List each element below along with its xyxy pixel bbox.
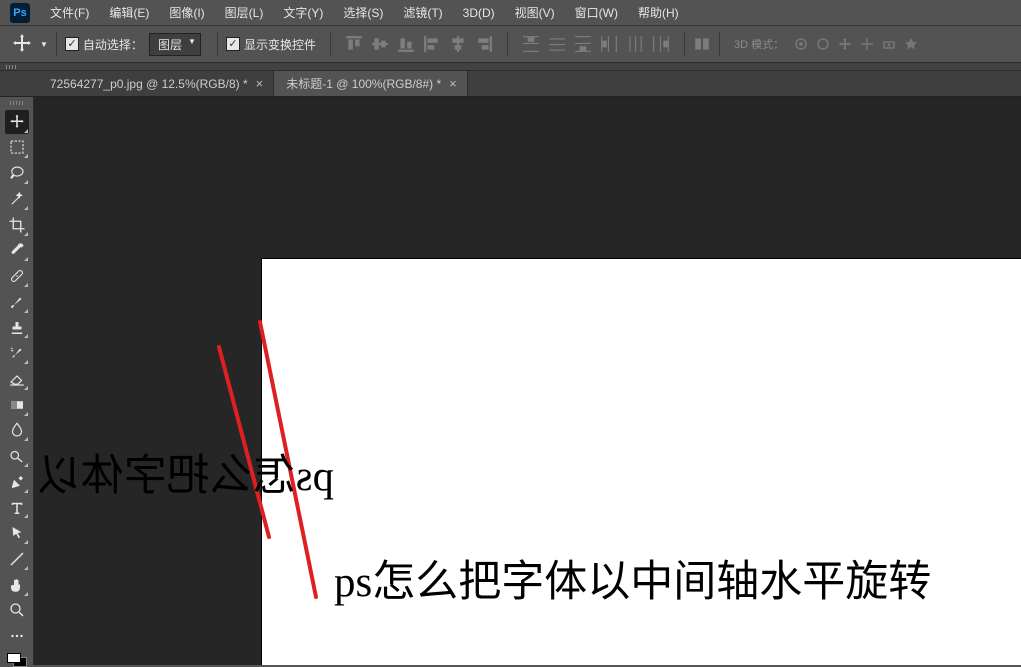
document-tab[interactable]: 72564277_p0.jpg @ 12.5%(RGB/8) * × — [38, 71, 274, 96]
dots-icon — [8, 627, 26, 645]
check-icon: ✓ — [226, 37, 240, 51]
3d-pan-icon[interactable] — [837, 36, 853, 52]
panel-grip[interactable] — [5, 99, 29, 107]
auto-select-dropdown[interactable]: 图层 ▼ — [149, 33, 201, 56]
auto-align-icon[interactable] — [693, 35, 711, 53]
pen-tool[interactable] — [5, 470, 29, 494]
menu-type[interactable]: 文字(Y) — [273, 0, 333, 25]
shape-tool[interactable] — [5, 547, 29, 571]
dist-right-icon[interactable] — [652, 35, 670, 53]
divider — [56, 32, 57, 56]
divider — [684, 32, 685, 56]
zoom-tool[interactable] — [5, 599, 29, 623]
menu-bar: Ps 文件(F) 编辑(E) 图像(I) 图层(L) 文字(Y) 选择(S) 滤… — [0, 0, 1021, 26]
align-right-icon[interactable] — [475, 35, 493, 53]
align-left-icon[interactable] — [423, 35, 441, 53]
move-icon — [10, 32, 34, 56]
tool-dropdown-icon[interactable]: ▼ — [40, 40, 48, 49]
3d-zoom-icon[interactable] — [881, 36, 897, 52]
menu-help[interactable]: 帮助(H) — [628, 0, 689, 25]
chevron-down-icon: ▼ — [188, 37, 196, 46]
edit-toolbar[interactable] — [5, 624, 29, 648]
document-tab-bar: 72564277_p0.jpg @ 12.5%(RGB/8) * × 未标题-1… — [0, 71, 1021, 97]
menu-filter[interactable]: 滤镜(T) — [393, 0, 452, 25]
move-tool[interactable] — [5, 110, 29, 134]
dist-bottom-icon[interactable] — [574, 35, 592, 53]
normal-text: ps怎么把字体以中间轴水平旋转 — [334, 547, 931, 609]
type-tool[interactable] — [5, 496, 29, 520]
auto-select-label: 自动选择： — [83, 36, 143, 53]
close-icon[interactable]: × — [449, 77, 457, 90]
document-tab[interactable]: 未标题-1 @ 100%(RGB/8#) * × — [274, 71, 468, 96]
foreground-color — [7, 653, 21, 663]
canvas-viewport[interactable]: ps怎么把字体以中间轴水平旋转 ps怎么把字体以中间轴水平旋转 — [34, 97, 1021, 665]
menu-edit[interactable]: 编辑(E) — [99, 0, 159, 25]
zoom-icon — [8, 601, 26, 619]
panel-drag-strip[interactable] — [0, 63, 1021, 71]
close-icon[interactable]: × — [256, 77, 264, 90]
marquee-tool[interactable] — [5, 136, 29, 160]
menu-layer[interactable]: 图层(L) — [215, 0, 274, 25]
distribute-group — [516, 35, 676, 53]
3d-mode-label: 3D 模式： — [728, 36, 790, 52]
menu-view[interactable]: 视图(V) — [505, 0, 565, 25]
align-hcenter-icon[interactable] — [449, 35, 467, 53]
magic-wand-tool[interactable] — [5, 187, 29, 211]
document-tab-label: 72564277_p0.jpg @ 12.5%(RGB/8) * — [50, 77, 248, 91]
blur-tool[interactable] — [5, 419, 29, 443]
3d-orbit-icon[interactable] — [793, 36, 809, 52]
current-tool-indicator[interactable] — [10, 32, 34, 56]
hand-tool[interactable] — [5, 573, 29, 597]
divider — [330, 32, 331, 56]
crop-tool[interactable] — [5, 213, 29, 237]
gradient-tool[interactable] — [5, 393, 29, 417]
auto-select-checkbox[interactable]: ✓ 自动选择： — [65, 36, 143, 53]
menu-image[interactable]: 图像(I) — [159, 0, 214, 25]
stamp-tool[interactable] — [5, 316, 29, 340]
tools-panel — [0, 97, 34, 665]
brush-tool[interactable] — [5, 290, 29, 314]
eyedropper-tool[interactable] — [5, 239, 29, 263]
path-select-tool[interactable] — [5, 521, 29, 545]
3d-light-icon[interactable] — [903, 36, 919, 52]
menu-3d[interactable]: 3D(D) — [453, 2, 505, 24]
3d-roll-icon[interactable] — [815, 36, 831, 52]
show-transform-checkbox[interactable]: ✓ 显示变换控件 — [226, 36, 316, 53]
divider — [217, 32, 218, 56]
healing-tool[interactable] — [5, 264, 29, 288]
align-vcenter-icon[interactable] — [371, 35, 389, 53]
align-bottom-icon[interactable] — [397, 35, 415, 53]
align-top-icon[interactable] — [345, 35, 363, 53]
main-area: ps怎么把字体以中间轴水平旋转 ps怎么把字体以中间轴水平旋转 — [0, 97, 1021, 665]
lasso-tool[interactable] — [5, 161, 29, 185]
color-swatches[interactable] — [7, 653, 27, 665]
auto-select-value: 图层 — [158, 38, 182, 52]
eraser-tool[interactable] — [5, 367, 29, 391]
history-brush-tool[interactable] — [5, 341, 29, 365]
dist-left-icon[interactable] — [600, 35, 618, 53]
divider — [507, 32, 508, 56]
document-tab-label: 未标题-1 @ 100%(RGB/8#) * — [286, 75, 441, 92]
dist-vcenter-icon[interactable] — [548, 35, 566, 53]
3d-slide-icon[interactable] — [859, 36, 875, 52]
align-group-1 — [339, 35, 499, 53]
mirrored-text: ps怎么把字体以中间轴水平旋转 — [34, 441, 334, 503]
check-icon: ✓ — [65, 37, 79, 51]
dist-hcenter-icon[interactable] — [626, 35, 644, 53]
menu-file[interactable]: 文件(F) — [40, 0, 99, 25]
options-bar: ▼ ✓ 自动选择： 图层 ▼ ✓ 显示变换控件 3D 模式： — [0, 26, 1021, 63]
menu-select[interactable]: 选择(S) — [333, 0, 393, 25]
dist-top-icon[interactable] — [522, 35, 540, 53]
dodge-tool[interactable] — [5, 444, 29, 468]
divider — [719, 32, 720, 56]
show-transform-label: 显示变换控件 — [244, 36, 316, 53]
menu-window[interactable]: 窗口(W) — [565, 0, 628, 25]
app-logo: Ps — [10, 3, 30, 23]
